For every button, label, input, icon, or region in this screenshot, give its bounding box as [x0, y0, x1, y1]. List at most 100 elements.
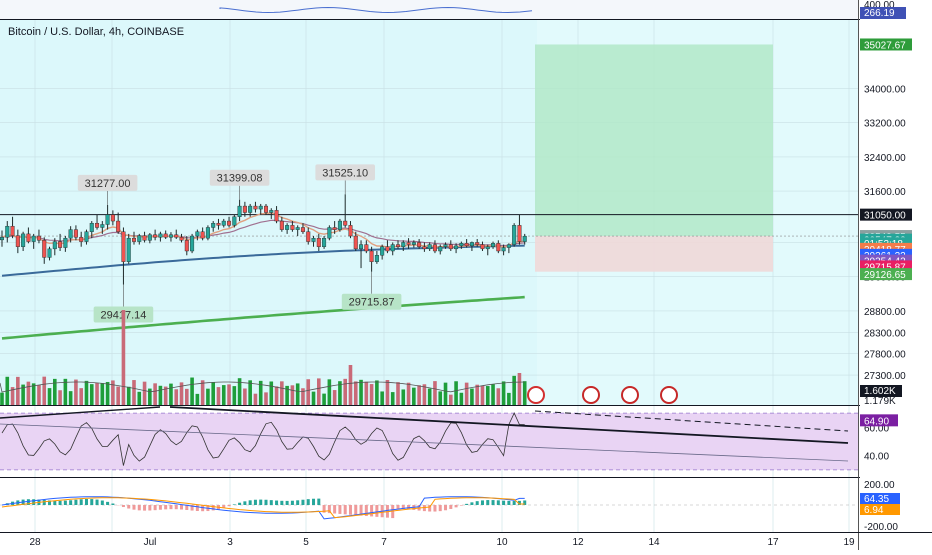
macd-hist-bar	[159, 505, 162, 510]
price-tick-label: 28800.00	[864, 307, 906, 318]
candle-body	[174, 235, 178, 238]
candle-body	[164, 234, 168, 237]
candle-body	[37, 236, 41, 240]
volume-bar	[449, 395, 453, 405]
volume-bar	[497, 388, 501, 405]
macd-hist-bar	[270, 500, 273, 505]
symbol-title: Bitcoin / U.S. Dollar, 4h, COINBASE	[8, 26, 184, 38]
macd-hist-bar	[349, 505, 352, 515]
chart-root: 31277.0031399.0831525.1029417.1429715.87…	[0, 0, 932, 550]
candle-body	[401, 242, 405, 246]
volume-bar	[349, 365, 353, 405]
macd-hist-bar	[238, 503, 241, 505]
macd-hist-bar	[344, 505, 347, 514]
macd-hist-bar	[280, 501, 283, 505]
candle-body	[444, 245, 448, 247]
volume-bar	[101, 383, 105, 405]
rsi-value-label: 64.90	[864, 416, 889, 427]
candle-body	[21, 234, 25, 247]
candle-body	[222, 221, 226, 225]
candle-body	[111, 215, 115, 221]
time-tick-label: 17	[767, 537, 779, 548]
event-flag-icon	[661, 387, 677, 403]
volume-bar	[116, 387, 120, 405]
macd-hist-bar	[69, 500, 72, 505]
candle-body	[64, 238, 68, 247]
macd-hist-bar	[228, 505, 231, 506]
candle-body	[5, 226, 9, 237]
candle-body	[523, 236, 527, 241]
candle-body	[380, 247, 384, 256]
candle-body	[454, 246, 458, 249]
volume-bar	[428, 389, 432, 405]
volume-bar	[365, 382, 369, 405]
chart-svg[interactable]: 31277.0031399.0831525.1029417.1429715.87…	[0, 0, 932, 550]
macd-hist-bar	[180, 505, 183, 510]
candle-body	[460, 243, 464, 246]
macd-hist-bar	[492, 500, 495, 505]
volume-bar	[16, 377, 20, 405]
volume-bar	[264, 392, 268, 405]
macd-hist-bar	[265, 500, 268, 505]
candle-body	[106, 215, 110, 225]
macd-hist-bar	[507, 501, 510, 505]
candle-body	[512, 225, 516, 244]
candle-body	[58, 242, 62, 248]
volume-bar	[37, 385, 41, 405]
macd-hist-bar	[502, 501, 505, 505]
top-strip	[0, 0, 858, 19]
candle-body	[475, 242, 479, 244]
candle-body	[116, 221, 120, 232]
price-tick-label: 28300.00	[864, 328, 906, 339]
volume-bar	[518, 373, 522, 405]
time-tick-label: 14	[648, 537, 660, 548]
macd-hist-bar	[143, 505, 146, 511]
candle-body	[42, 240, 46, 257]
volume-bar	[486, 386, 490, 405]
volume-bar	[0, 393, 4, 405]
candle-body	[465, 243, 469, 246]
price-tick-label: 32400.00	[864, 153, 906, 164]
candle-body	[296, 227, 300, 229]
candle-body	[470, 242, 474, 245]
volume-bar	[58, 390, 62, 405]
candle-body	[11, 226, 15, 235]
volume-bar	[217, 387, 221, 405]
candle-body	[169, 235, 173, 238]
macd-hist-bar	[212, 505, 215, 510]
candle-body	[122, 232, 126, 262]
volume-bar	[90, 384, 94, 405]
candle-body	[127, 238, 131, 262]
macd-hist-bar	[85, 499, 88, 505]
candle-body	[412, 242, 416, 244]
macd-hist-bar	[465, 504, 468, 505]
candle-body	[518, 225, 522, 241]
candle-body	[333, 227, 337, 229]
macd-hist-bar	[254, 500, 257, 505]
candle-body	[322, 238, 326, 247]
candle-body	[264, 206, 268, 212]
candle-body	[0, 237, 4, 240]
volume-bar	[507, 393, 511, 405]
macd-hist-bar	[397, 505, 400, 509]
volume-bar	[523, 381, 527, 405]
time-tick-label: 7	[381, 537, 387, 548]
volume-bar	[301, 388, 305, 405]
macd-hist-bar	[74, 500, 77, 505]
candle-body	[328, 227, 332, 238]
time-axis-area	[0, 532, 858, 550]
candle-body	[370, 251, 374, 262]
volume-tick-label: 1.179K	[864, 396, 896, 407]
volume-bar	[79, 388, 83, 405]
volume-bar	[391, 392, 395, 405]
macd-hist-bar	[476, 501, 479, 505]
volume-bar	[201, 380, 205, 405]
volume-bar	[32, 383, 36, 405]
macd-hist-bar	[275, 501, 278, 505]
volume-bar	[206, 389, 210, 405]
macd-hist-bar	[286, 501, 289, 505]
macd-hist-bar	[307, 499, 310, 505]
volume-bar	[42, 377, 46, 405]
volume-bar	[74, 380, 78, 405]
macd-hist-bar	[133, 505, 136, 510]
